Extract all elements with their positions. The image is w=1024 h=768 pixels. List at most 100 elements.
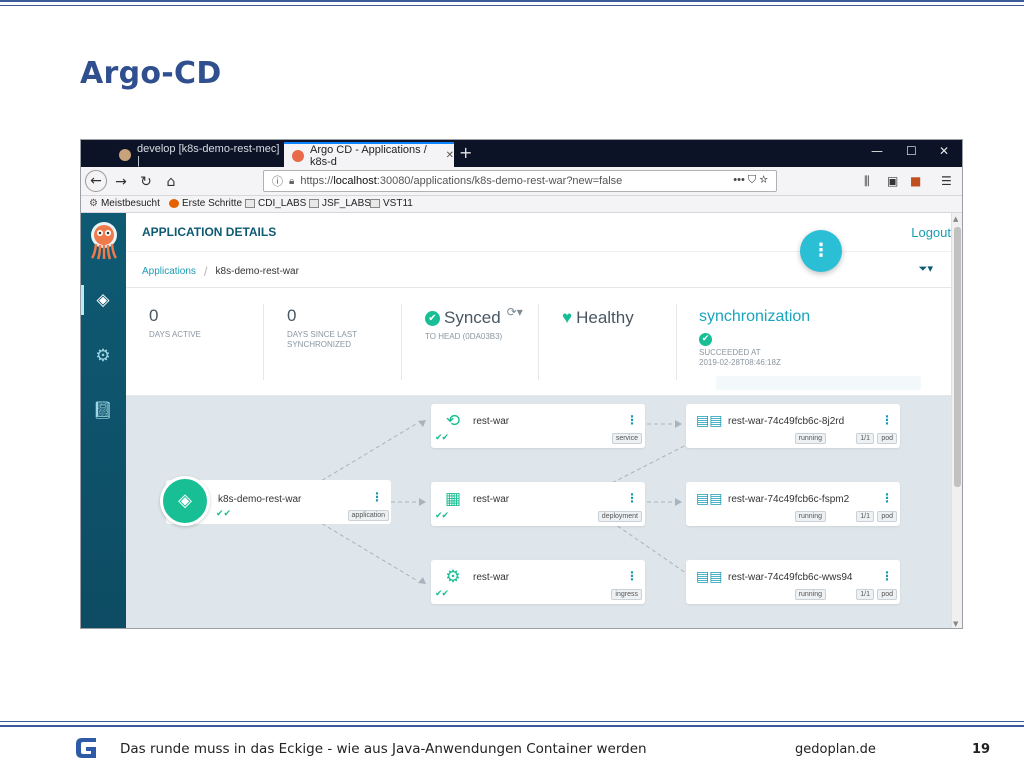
info-icon[interactable]: ⓘ: [272, 173, 283, 189]
footer-site: gedoplan.de: [795, 742, 876, 757]
stat-sync-status: ✔ Synced ⟳▾ TO HEAD (0DA03B3): [425, 305, 523, 342]
stat-value: 0: [287, 306, 297, 325]
firefox-icon: [169, 199, 179, 208]
scrollbar-thumb[interactable]: [954, 227, 961, 487]
tab-close-icon[interactable]: ✕: [446, 150, 454, 161]
arrowhead: [675, 498, 682, 506]
lock-icon[interactable]: 🔒︎: [289, 176, 294, 187]
docs-nav-icon[interactable]: 📓︎: [90, 398, 116, 424]
logout-link[interactable]: Logout: [911, 225, 951, 240]
node-ingress[interactable]: ⚙ ✔✔ rest-war ⋮ ingress: [431, 560, 645, 604]
sync-status-text: Synced: [444, 308, 501, 327]
tab-label: develop [k8s-demo-rest-mec] |: [137, 142, 280, 167]
scroll-down-icon[interactable]: ▼: [953, 620, 958, 628]
forward-button[interactable]: →: [111, 172, 131, 192]
node-name: rest-war-74c49fcb6c-fspm2: [728, 494, 850, 505]
maximize-button[interactable]: ☐: [906, 144, 917, 158]
node-kind-tag: service: [611, 433, 642, 444]
bookmark-vst11[interactable]: VST11: [370, 198, 413, 209]
nav-bar: ← → ↻ ⌂ ⓘ 🔒︎ https:// localhost :30080/a…: [81, 167, 962, 196]
node-name: rest-war: [473, 494, 510, 505]
status-check-icons: ✔✔: [216, 509, 232, 519]
health-status-text: Healthy: [576, 308, 634, 327]
stat-label: DAYS ACTIVE: [149, 330, 201, 339]
argo-viewport: ◈ ⚙ 📓︎ APPLICATION DETAILS Logout Applic…: [81, 213, 962, 628]
node-service[interactable]: ⟲ ✔✔ rest-war ⋮ service: [431, 404, 645, 448]
stat-divider: [538, 304, 539, 380]
status-check-icons: ✔✔: [435, 433, 449, 443]
close-window-button[interactable]: ✕: [939, 144, 949, 158]
stat-label: DAYS SINCE LAST SYNCHRONIZED: [287, 330, 357, 350]
sidebar-toggle-icon[interactable]: ▣: [887, 174, 898, 188]
jenkins-favicon-icon: [119, 148, 131, 161]
url-actions[interactable]: ••• ⛉ ☆: [733, 174, 768, 187]
library-icon[interactable]: ⫼: [864, 174, 870, 189]
node-pod[interactable]: ▤▤ rest-war-74c49fcb6c-fspm2 ⋮ running 1…: [686, 482, 900, 526]
page-scrollbar[interactable]: ▲ ▼: [951, 213, 962, 628]
tab-bar: develop [k8s-demo-rest-mec] | Argo CD - …: [81, 140, 962, 168]
bookmark-label: Meistbesucht: [100, 198, 160, 209]
node-menu-button[interactable]: ⋮: [626, 491, 638, 505]
page-title: APPLICATION DETAILS: [142, 225, 277, 239]
active-nav-indicator: [81, 285, 84, 315]
node-name: rest-war: [473, 416, 510, 427]
folder-icon: [245, 199, 255, 208]
node-deployment[interactable]: ▦ ✔✔ rest-war ⋮ deployment: [431, 482, 645, 526]
operation-title[interactable]: synchronization: [699, 308, 810, 326]
reload-button[interactable]: ↻: [136, 172, 156, 192]
check-circle-icon: ✔: [425, 310, 440, 326]
bookmark-cdi-labs[interactable]: CDI_LABS: [245, 198, 306, 209]
sync-refresh-icon[interactable]: ⟳▾: [507, 305, 523, 319]
bookmark-meistbesucht[interactable]: ⚙ Meistbesucht: [89, 198, 160, 209]
tab-argo-cd[interactable]: Argo CD - Applications / k8s-d ✕: [284, 142, 454, 168]
node-pod[interactable]: ▤▤ rest-war-74c49fcb6c-wws94 ⋮ running 1…: [686, 560, 900, 604]
status-panel: 0 DAYS ACTIVE 0 DAYS SINCE LAST SYNCHRON…: [126, 288, 951, 396]
sync-detail: TO HEAD (0DA03B3): [425, 332, 503, 341]
new-tab-button[interactable]: +: [459, 143, 472, 162]
bookmark-jsf-labs[interactable]: JSF_LABS: [309, 198, 371, 209]
node-kind-tag: application: [347, 510, 389, 521]
node-menu-button[interactable]: ⋮: [371, 490, 383, 504]
node-menu-button[interactable]: ⋮: [626, 413, 638, 427]
pod-ready-tag: 1/1: [856, 589, 874, 600]
actions-fab-button[interactable]: ⋮: [800, 230, 842, 272]
stat-days-since-sync: 0 DAYS SINCE LAST SYNCHRONIZED: [287, 306, 357, 350]
breadcrumb-applications[interactable]: Applications: [142, 266, 196, 277]
bookmark-erste-schritte[interactable]: Erste Schritte: [169, 198, 242, 209]
slide-title: Argo-CD: [80, 56, 222, 91]
scroll-up-icon[interactable]: ▲: [953, 215, 958, 223]
argo-sidebar: ◈ ⚙ 📓︎: [81, 213, 126, 628]
folder-icon: [309, 199, 319, 208]
node-menu-button[interactable]: ⋮: [626, 569, 638, 583]
node-menu-button[interactable]: ⋮: [881, 491, 893, 505]
url-bar[interactable]: ⓘ 🔒︎ https:// localhost :30080/applicati…: [263, 170, 777, 192]
slide: Argo-CD develop [k8s-demo-rest-mec] | Ar…: [0, 0, 1024, 768]
tab-label: Argo CD - Applications / k8s-d: [310, 143, 427, 168]
node-menu-button[interactable]: ⋮: [881, 569, 893, 583]
back-button[interactable]: ←: [85, 170, 107, 192]
node-name: rest-war-74c49fcb6c-wws94: [728, 572, 853, 583]
stat-divider: [676, 304, 677, 380]
arrowhead: [418, 577, 426, 584]
application-stack-icon[interactable]: ◈: [160, 476, 210, 526]
docker-icon: ▤▤: [696, 491, 723, 507]
node-menu-button[interactable]: ⋮: [881, 413, 893, 427]
menu-icon[interactable]: ☰: [941, 174, 952, 188]
edge-root-service: [315, 423, 417, 485]
filter-icon[interactable]: ⏷▾: [919, 262, 933, 276]
settings-nav-icon[interactable]: ⚙: [90, 343, 116, 369]
tab-develop[interactable]: develop [k8s-demo-rest-mec] |: [111, 142, 284, 167]
minimize-button[interactable]: —: [871, 144, 883, 158]
applications-nav-icon[interactable]: ◈: [90, 287, 116, 313]
argo-favicon-icon: [292, 149, 304, 162]
node-pod[interactable]: ▤▤ rest-war-74c49fcb6c-8j2rd ⋮ running 1…: [686, 404, 900, 448]
arrowhead: [419, 498, 426, 506]
url-host: localhost: [333, 175, 377, 187]
home-button[interactable]: ⌂: [161, 172, 181, 192]
status-check-icons: ✔✔: [435, 511, 449, 521]
bookmark-label: CDI_LABS: [258, 198, 307, 209]
folder-icon: [370, 199, 380, 208]
stat-health-status: ♥ Healthy: [562, 308, 634, 328]
arrowhead: [675, 420, 682, 428]
extension-icon[interactable]: ■: [910, 174, 921, 188]
